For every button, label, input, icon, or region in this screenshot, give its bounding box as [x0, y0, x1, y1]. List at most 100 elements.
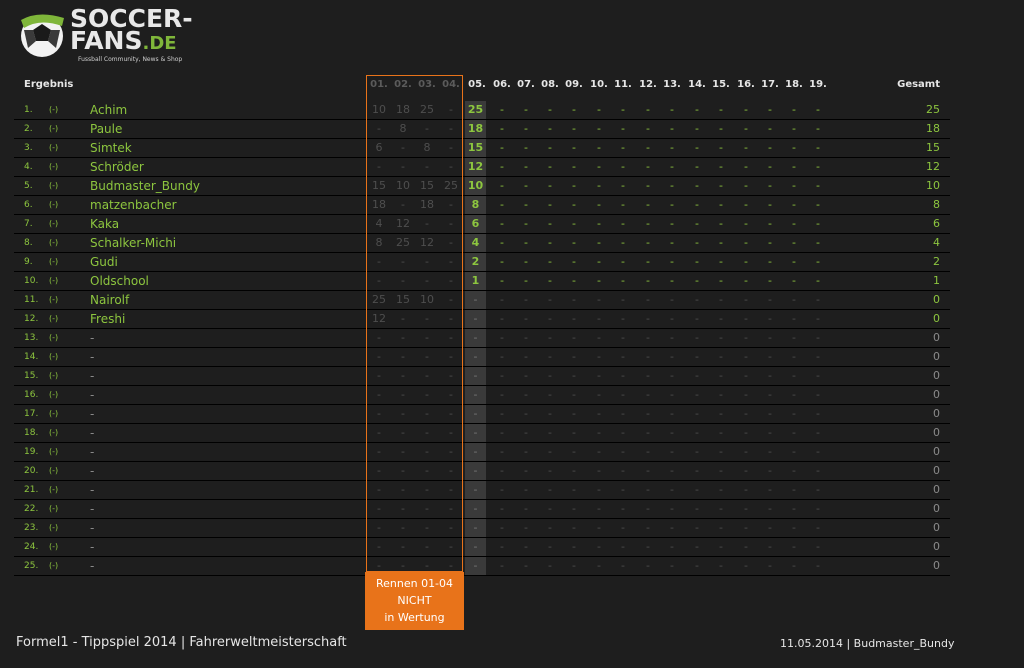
race-11-points: - — [621, 293, 625, 306]
race-12-points: - — [646, 179, 650, 192]
soccer-fans-logo[interactable]: SOCCER- FANS.DE Fussball Community, News… — [18, 6, 198, 64]
race-6-points: - — [500, 445, 504, 458]
player-name-cell[interactable]: Freshi — [90, 310, 125, 328]
race-8-points: - — [548, 141, 552, 154]
race-19-points: - — [816, 407, 820, 420]
player-name-cell[interactable]: Kaka — [90, 215, 119, 233]
race-15-points: - — [719, 350, 723, 363]
race-18-points: - — [792, 540, 796, 553]
player-name-cell[interactable]: matzenbacher — [90, 196, 177, 214]
race-6-points: - — [500, 483, 504, 496]
race-9-points: - — [572, 217, 576, 230]
total-points-cell: 0 — [933, 540, 940, 553]
race-12-points: - — [646, 217, 650, 230]
race-10-points: - — [597, 103, 601, 116]
race-16-points: - — [744, 483, 748, 496]
race-12-points: - — [646, 407, 650, 420]
race-5-points: - — [465, 500, 486, 518]
race-5-points: 1 — [465, 272, 486, 290]
player-name-cell[interactable]: Oldschool — [90, 272, 149, 290]
race-14-points: - — [695, 312, 699, 325]
race-7-points: - — [524, 445, 528, 458]
race-11-points: - — [621, 388, 625, 401]
race-header-14: 14. — [688, 79, 706, 90]
race-8-points: - — [548, 103, 552, 116]
race-12-points: - — [646, 540, 650, 553]
total-points-cell: 1 — [933, 274, 940, 287]
player-name-cell: - — [90, 388, 95, 402]
player-name-cell[interactable]: Achim — [90, 101, 127, 119]
race-11-points: - — [621, 483, 625, 496]
race-16-points: - — [744, 464, 748, 477]
race-17-points: - — [768, 312, 772, 325]
race-6-points: - — [500, 369, 504, 382]
race-15-points: - — [719, 198, 723, 211]
table-row: 7. (-) Kaka 4 12- -6- - - - - - - - - - - - - -6 — [0, 215, 1024, 234]
race-9-points: - — [572, 540, 576, 553]
table-row: 4. (-) Schröder - - - -12- - - - - - - - - - - - - -12 — [0, 158, 1024, 177]
rank-cell: 1. — [24, 105, 33, 115]
race-10-points: - — [597, 388, 601, 401]
race-10-points: - — [597, 179, 601, 192]
rank-cell: 20. — [24, 466, 39, 476]
rank-cell: 19. — [24, 447, 39, 457]
race-8-points: - — [548, 369, 552, 382]
table-row: 23. (-) - - - - - - - - - - - - - - - - - - - -0 — [0, 519, 1024, 538]
race-19-points: - — [816, 350, 820, 363]
race-18-points: - — [792, 369, 796, 382]
player-name-cell[interactable]: Schalker-Michi — [90, 234, 176, 252]
race-14-points: - — [695, 483, 699, 496]
race-11-points: - — [621, 407, 625, 420]
table-row: 15. (-) - - - - - - - - - - - - - - - - - - - -0 — [0, 367, 1024, 386]
race-15-points: - — [719, 521, 723, 534]
player-name-cell[interactable]: Schröder — [90, 158, 144, 176]
total-points-cell: 0 — [933, 445, 940, 458]
race-8-points: - — [548, 331, 552, 344]
player-name-cell[interactable]: Nairolf — [90, 291, 129, 309]
previous-rank-cell: (-) — [49, 314, 59, 323]
race-11-points: - — [621, 464, 625, 477]
race-16-points: - — [744, 312, 748, 325]
race-12-points: - — [646, 350, 650, 363]
race-12-points: - — [646, 122, 650, 135]
player-name-cell: - — [90, 559, 95, 573]
race-16-points: - — [744, 388, 748, 401]
race-10-points: - — [597, 160, 601, 173]
race-11-points: - — [621, 426, 625, 439]
player-name-cell[interactable]: Paule — [90, 120, 122, 138]
race-8-points: - — [548, 407, 552, 420]
race-9-points: - — [572, 483, 576, 496]
race-10-points: - — [597, 445, 601, 458]
race-12-points: - — [646, 160, 650, 173]
race-8-points: - — [548, 540, 552, 553]
race-17-points: - — [768, 255, 772, 268]
race-18-points: - — [792, 464, 796, 477]
race-6-points: - — [500, 103, 504, 116]
race-11-points: - — [621, 274, 625, 287]
total-points-cell: 0 — [933, 331, 940, 344]
race-13-points: - — [670, 217, 674, 230]
rank-cell: 14. — [24, 352, 39, 362]
race-16-points: - — [744, 293, 748, 306]
race-9-points: - — [572, 293, 576, 306]
table-row: 18. (-) - - - - - - - - - - - - - - - - - - - -0 — [0, 424, 1024, 443]
race-17-points: - — [768, 464, 772, 477]
race-14-points: - — [695, 217, 699, 230]
race-9-points: - — [572, 388, 576, 401]
rank-cell: 23. — [24, 523, 39, 533]
race-11-points: - — [621, 141, 625, 154]
total-points-cell: 2 — [933, 255, 940, 268]
table-row: 1. (-) Achim 10 18 25-25- - - - - - - - - - - - - -25 — [0, 101, 1024, 120]
player-name-cell: - — [90, 502, 95, 516]
race-12-points: - — [646, 369, 650, 382]
total-points-cell: 8 — [933, 198, 940, 211]
race-5-points: - — [465, 291, 486, 309]
player-name-cell[interactable]: Budmaster_Bundy — [90, 177, 200, 195]
table-row: 21. (-) - - - - - - - - - - - - - - - - - - - -0 — [0, 481, 1024, 500]
race-13-points: - — [670, 407, 674, 420]
player-name-cell[interactable]: Simtek — [90, 139, 132, 157]
player-name-cell[interactable]: Gudi — [90, 253, 118, 271]
race-18-points: - — [792, 331, 796, 344]
race-19-points: - — [816, 445, 820, 458]
race-19-points: - — [816, 331, 820, 344]
